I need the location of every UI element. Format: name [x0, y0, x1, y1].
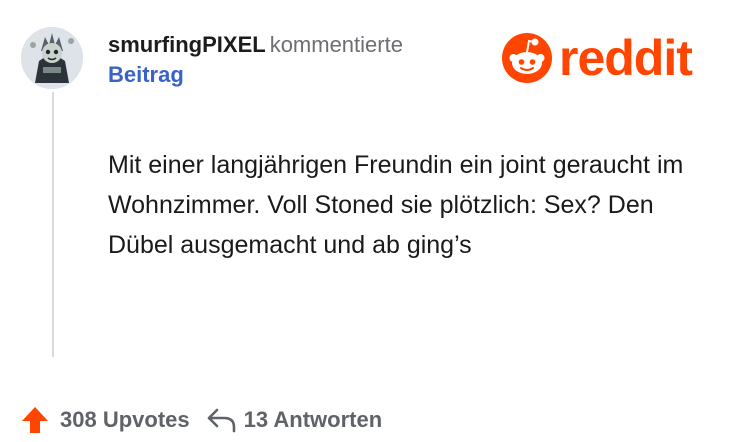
upvote-arrow-icon[interactable] [20, 405, 50, 435]
upvote-count: 308 Upvotes [60, 407, 190, 432]
reddit-logo: reddit [501, 30, 693, 86]
avatar[interactable] [21, 27, 83, 89]
action-text: kommentierte [269, 32, 403, 57]
comment-body: Mit einer langjährigen Freundin ein join… [108, 151, 684, 259]
reply-count[interactable]: 13 Antworten [244, 407, 383, 433]
username-link[interactable]: smurfingPIXEL [108, 32, 266, 57]
thread-line [52, 92, 54, 357]
reply-arrow-icon[interactable] [206, 407, 238, 433]
comment-footer: 308 Upvotes 13 Antworten [20, 402, 382, 438]
reddit-wordmark: reddit [559, 30, 693, 86]
post-link[interactable]: Beitrag [108, 60, 403, 90]
avatar-image [21, 27, 83, 89]
reddit-snoo-icon [502, 33, 552, 83]
comment-header: smurfingPIXEL kommentierte Beitrag [108, 29, 403, 90]
